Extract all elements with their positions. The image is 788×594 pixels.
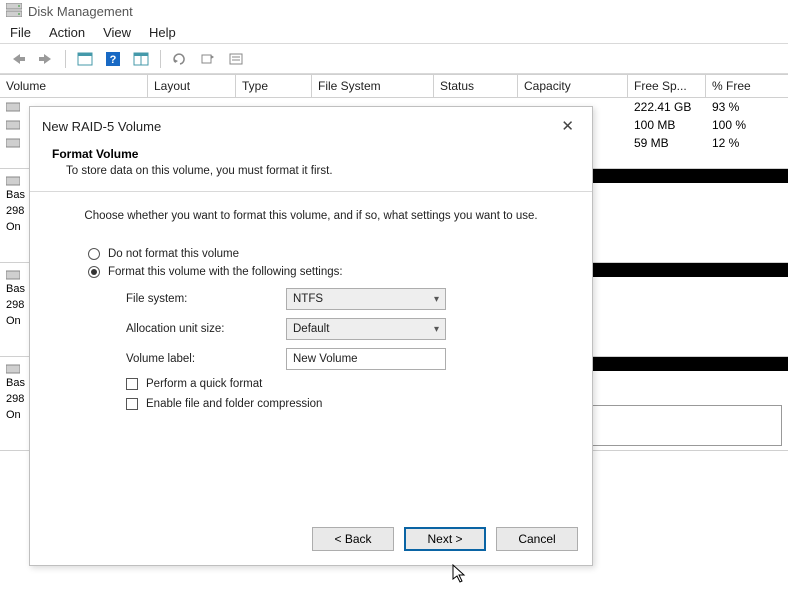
chevron-down-icon: ▾ <box>434 324 439 335</box>
app-icon <box>6 3 22 20</box>
radio-icon <box>88 266 100 278</box>
wizard-heading: Format Volume <box>52 147 570 161</box>
forward-button[interactable] <box>34 48 58 70</box>
toolbar: ? <box>0 44 788 74</box>
select-value: Default <box>293 323 329 335</box>
radio-label: Format this volume with the following se… <box>108 266 343 278</box>
rescan-disks-button[interactable] <box>196 48 220 70</box>
cell-pct: 12 % <box>706 134 780 152</box>
col-free-space[interactable]: Free Sp... <box>628 75 706 97</box>
cursor-icon <box>452 564 468 587</box>
back-button[interactable]: < Back <box>312 527 394 551</box>
help-button[interactable]: ? <box>101 48 125 70</box>
titlebar: Disk Management <box>0 0 788 22</box>
col-layout[interactable]: Layout <box>148 75 236 97</box>
volume-label-input[interactable]: New Volume <box>286 348 446 370</box>
file-system-select[interactable]: NTFS ▾ <box>286 288 446 310</box>
separator <box>65 50 66 68</box>
dialog-title: New RAID-5 Volume <box>42 119 161 134</box>
wizard-intro: Choose whether you want to format this v… <box>70 210 552 222</box>
checkbox-label: Perform a quick format <box>146 378 262 390</box>
checkbox-quick-format[interactable]: Perform a quick format <box>126 378 552 390</box>
menu-action[interactable]: Action <box>49 25 85 40</box>
radio-label: Do not format this volume <box>108 248 239 260</box>
input-value: New Volume <box>293 353 358 365</box>
label-volume-label: Volume label: <box>126 353 276 365</box>
radio-icon <box>88 248 100 260</box>
col-type[interactable]: Type <box>236 75 312 97</box>
col-capacity[interactable]: Capacity <box>518 75 628 97</box>
menubar: File Action View Help <box>0 22 788 44</box>
checkbox-icon <box>126 398 138 410</box>
col-volume[interactable]: Volume <box>0 75 148 97</box>
wizard-subheading: To store data on this volume, you must f… <box>52 165 570 177</box>
label-allocation-size: Allocation unit size: <box>126 323 276 335</box>
window-title: Disk Management <box>28 4 133 19</box>
label-file-system: File system: <box>126 293 276 305</box>
select-value: NTFS <box>293 293 323 305</box>
next-button[interactable]: Next > <box>404 527 486 551</box>
cancel-button[interactable]: Cancel <box>496 527 578 551</box>
chevron-down-icon: ▾ <box>434 294 439 305</box>
col-status[interactable]: Status <box>434 75 518 97</box>
cell-free: 59 MB <box>628 134 706 152</box>
menu-view[interactable]: View <box>103 25 131 40</box>
refresh-button[interactable] <box>168 48 192 70</box>
back-button[interactable] <box>6 48 30 70</box>
radio-do-not-format[interactable]: Do not format this volume <box>88 248 552 260</box>
settings-button[interactable] <box>224 48 248 70</box>
volumes-table-header: Volume Layout Type File System Status Ca… <box>0 74 788 98</box>
new-raid5-wizard-dialog: New RAID-5 Volume ✕ Format Volume To sto… <box>29 106 593 566</box>
svg-text:?: ? <box>110 54 117 66</box>
checkbox-icon <box>126 378 138 390</box>
radio-format-with-settings[interactable]: Format this volume with the following se… <box>88 266 552 278</box>
menu-help[interactable]: Help <box>149 25 176 40</box>
close-button[interactable]: ✕ <box>555 115 580 137</box>
col-filesystem[interactable]: File System <box>312 75 434 97</box>
show-hide-action-pane-button[interactable] <box>129 48 153 70</box>
col-pct-free[interactable]: % Free <box>706 75 780 97</box>
cell-pct: 93 % <box>706 98 780 116</box>
separator <box>160 50 161 68</box>
checkbox-enable-compression[interactable]: Enable file and folder compression <box>126 398 552 410</box>
cell-free: 100 MB <box>628 116 706 134</box>
show-hide-console-tree-button[interactable] <box>73 48 97 70</box>
checkbox-label: Enable file and folder compression <box>146 398 322 410</box>
menu-file[interactable]: File <box>10 25 31 40</box>
cell-free: 222.41 GB <box>628 98 706 116</box>
cell-pct: 100 % <box>706 116 780 134</box>
allocation-size-select[interactable]: Default ▾ <box>286 318 446 340</box>
